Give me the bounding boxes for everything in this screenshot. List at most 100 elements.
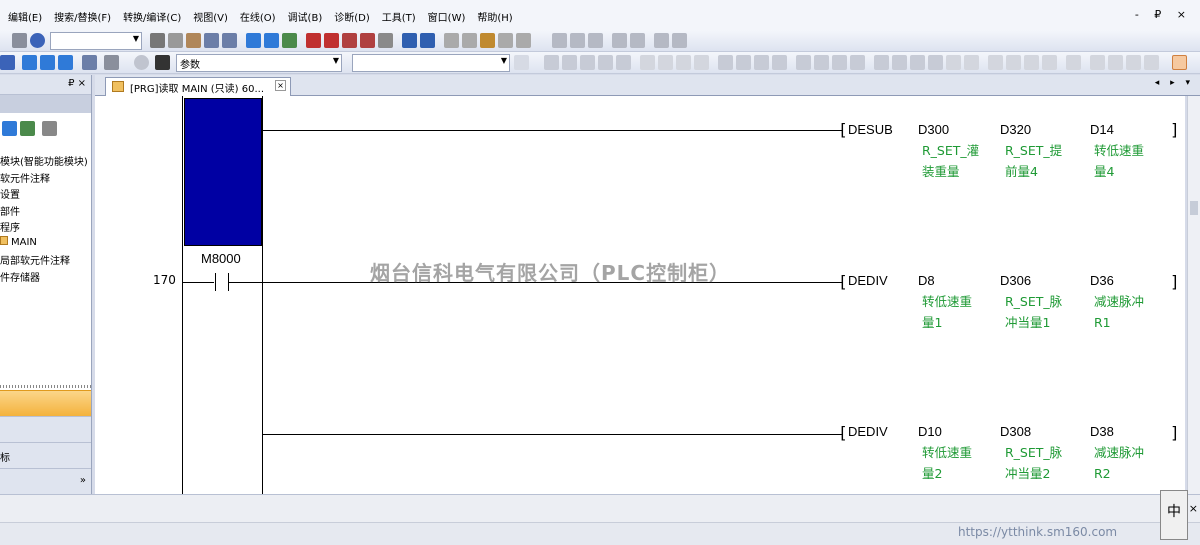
tool-h-icon[interactable] — [1090, 55, 1105, 70]
menu-diagnostics[interactable]: 诊断(D) — [328, 9, 376, 24]
tool-j-icon[interactable] — [1126, 55, 1141, 70]
panel-pin-close[interactable]: ₽ × — [68, 78, 86, 89]
menu-online[interactable]: 在线(O) — [234, 9, 282, 24]
cut-icon[interactable] — [150, 33, 165, 48]
options-icon[interactable] — [498, 33, 513, 48]
menu-search-replace[interactable]: 搜索/替换(F) — [48, 9, 117, 24]
invert-icon[interactable] — [874, 55, 889, 70]
operand-1[interactable]: D8 — [918, 273, 935, 288]
dev-batch-icon[interactable] — [402, 33, 417, 48]
tool-d-icon[interactable] — [1006, 55, 1021, 70]
tool-i-icon[interactable] — [1108, 55, 1123, 70]
close-icon[interactable]: × — [1189, 502, 1198, 515]
write-plc-icon[interactable] — [246, 33, 261, 48]
verify-icon[interactable] — [282, 33, 297, 48]
hline-icon[interactable] — [658, 55, 673, 70]
delete-line-icon[interactable] — [694, 55, 709, 70]
tree-item-settings[interactable]: 设置 — [0, 186, 88, 203]
print-icon[interactable] — [12, 33, 27, 48]
contact-nc-icon[interactable] — [562, 55, 577, 70]
tree-item-parts[interactable]: 部件 — [0, 203, 88, 220]
tool-f-icon[interactable] — [1042, 55, 1057, 70]
window-controls[interactable]: - ₽ × — [1135, 8, 1192, 21]
cross-ref-icon[interactable] — [444, 33, 459, 48]
simulate-icon[interactable] — [480, 33, 495, 48]
ladder-tool-7-icon[interactable] — [672, 33, 687, 48]
rising-edge-icon[interactable] — [718, 55, 733, 70]
ime-indicator[interactable]: 中 — [1160, 490, 1188, 540]
menu-help[interactable]: 帮助(H) — [471, 9, 518, 24]
panel-tab-2[interactable] — [0, 416, 91, 442]
tab-close-icon[interactable]: × — [275, 80, 286, 91]
operand-2[interactable]: D308 — [1000, 424, 1031, 439]
tree-item-program[interactable]: 程序 — [0, 219, 88, 236]
dev-test-icon[interactable] — [420, 33, 435, 48]
watch-icon[interactable] — [360, 33, 375, 48]
vline-icon[interactable] — [676, 55, 691, 70]
ladder-editor[interactable]: [ DESUB D300 D320 D14 ] R_SET_灌 装重量 R_SE… — [95, 96, 1185, 494]
ladder-tool-4-icon[interactable] — [612, 33, 627, 48]
tool-k-icon[interactable] — [1144, 55, 1159, 70]
ladder-tool-5-icon[interactable] — [630, 33, 645, 48]
menu-view[interactable]: 视图(V) — [187, 9, 234, 24]
panel-tab-3[interactable]: 标 — [0, 442, 91, 468]
menu-tools[interactable]: 工具(T) — [376, 9, 422, 24]
func-icon[interactable] — [640, 55, 655, 70]
tool-c-icon[interactable] — [988, 55, 1003, 70]
prg-icon[interactable] — [22, 55, 37, 70]
tool-e-icon[interactable] — [1024, 55, 1039, 70]
editor-cursor[interactable] — [184, 98, 262, 246]
falling-edge-icon[interactable] — [736, 55, 751, 70]
ladder-tool-6-icon[interactable] — [654, 33, 669, 48]
ladder-tool-3-icon[interactable] — [588, 33, 603, 48]
tree-item-local-comment[interactable]: 局部软元件注释 — [0, 252, 88, 269]
copy-icon[interactable] — [168, 33, 183, 48]
help-circle-icon[interactable] — [134, 55, 149, 70]
tree-item-device-comment[interactable]: 软元件注释 — [0, 170, 88, 187]
af5-icon[interactable] — [910, 55, 925, 70]
doc-icon[interactable] — [514, 55, 529, 70]
window-icon[interactable] — [0, 55, 15, 70]
binoculars-icon[interactable] — [155, 55, 170, 70]
pulse-ornc-icon[interactable] — [850, 55, 865, 70]
tab-nav-arrows[interactable]: ◂ ▸ ▾ — [1155, 78, 1194, 88]
paste-icon[interactable] — [186, 33, 201, 48]
operand-2[interactable]: D306 — [1000, 273, 1031, 288]
ladder-tool-1-icon[interactable] — [552, 33, 567, 48]
operand-3[interactable]: D38 — [1090, 424, 1114, 439]
falling-or-icon[interactable] — [772, 55, 787, 70]
dev-icon[interactable] — [40, 55, 55, 70]
pulse-or-icon[interactable] — [832, 55, 847, 70]
find-icon[interactable] — [104, 55, 119, 70]
pulse-icon[interactable] — [796, 55, 811, 70]
instruction-dediv[interactable]: DEDIV — [848, 273, 888, 288]
contact-or-icon[interactable] — [580, 55, 595, 70]
operand-1[interactable]: D10 — [918, 424, 942, 439]
help-icon[interactable] — [30, 33, 45, 48]
toolbar-combo[interactable]: ▼ — [50, 32, 142, 50]
pulse-nc-icon[interactable] — [814, 55, 829, 70]
panel-splitter[interactable] — [0, 385, 91, 388]
tool-a-icon[interactable] — [946, 55, 961, 70]
caf5-icon[interactable] — [928, 55, 943, 70]
monitor-stop-icon[interactable] — [324, 33, 339, 48]
menu-edit[interactable]: 编辑(E) — [2, 9, 48, 24]
list-icon[interactable] — [462, 33, 477, 48]
screen-icon[interactable] — [516, 33, 531, 48]
contact-no-icon[interactable] — [544, 55, 559, 70]
vertical-scrollbar[interactable] — [1187, 96, 1200, 494]
f5-icon[interactable] — [892, 55, 907, 70]
scrollbar-thumb[interactable] — [1190, 201, 1198, 215]
operand-1[interactable]: D300 — [918, 122, 949, 137]
tree-item-memory[interactable]: 件存储器 — [0, 269, 88, 286]
tree-item-module[interactable]: 模块(智能功能模块) — [0, 153, 88, 170]
menu-debug[interactable]: 调试(B) — [282, 9, 329, 24]
ladder-tool-2-icon[interactable] — [570, 33, 585, 48]
panel-expand[interactable]: » — [0, 468, 91, 494]
instruction-dediv[interactable]: DEDIV — [848, 424, 888, 439]
filter-icon[interactable] — [42, 121, 57, 136]
menu-window[interactable]: 窗口(W) — [422, 9, 472, 24]
operand-2[interactable]: D320 — [1000, 122, 1031, 137]
instruction-desub[interactable]: DESUB — [848, 122, 893, 137]
tool-g-icon[interactable] — [1066, 55, 1081, 70]
